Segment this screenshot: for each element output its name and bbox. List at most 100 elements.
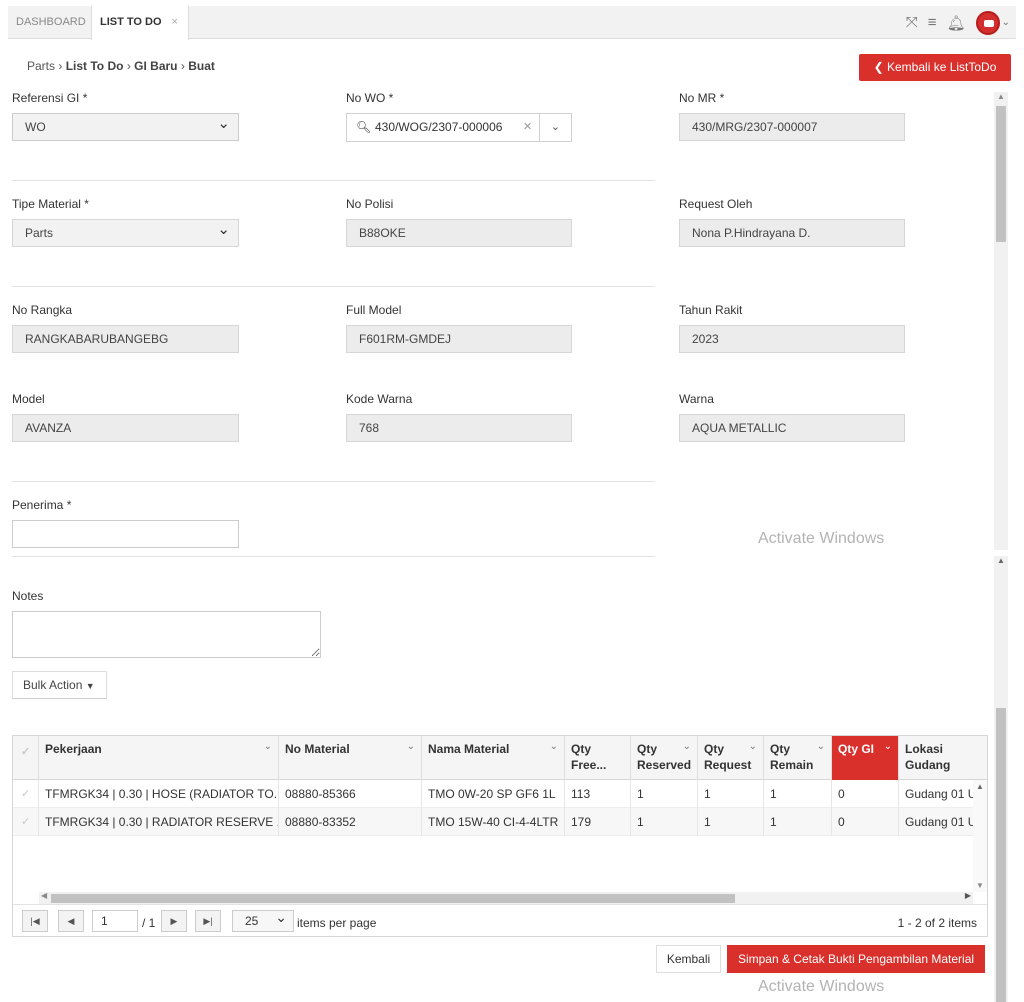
cell-lokasi-gudang: Gudang 01 U bbox=[905, 787, 973, 801]
cell-qty-free: 113 bbox=[565, 780, 631, 808]
grid-vertical-scrollbar[interactable]: ▲ ▼ bbox=[973, 780, 987, 892]
bell-icon[interactable]: 🔔︎ bbox=[947, 14, 966, 32]
scroll-up-icon[interactable]: ▲ bbox=[997, 556, 1005, 565]
column-qty-free[interactable]: Qty Free... bbox=[565, 736, 631, 780]
breadcrumb-list-to-do[interactable]: List To Do bbox=[66, 59, 124, 73]
no-wo-value: 430/WOG/2307-000006 bbox=[375, 120, 503, 134]
no-mr-label: No MR * bbox=[679, 91, 725, 105]
column-qty-remain[interactable]: Qty Remain ⌄ bbox=[764, 736, 832, 780]
page-size-select[interactable]: 25 bbox=[232, 907, 294, 932]
request-oleh-label: Request Oleh bbox=[679, 197, 753, 211]
row-checkbox[interactable]: ✓ bbox=[13, 780, 39, 808]
tab-list-to-do[interactable]: LIST TO DO × bbox=[91, 6, 189, 40]
no-rangka-field: RANGKABARUBANGEBG bbox=[12, 325, 239, 353]
items-count: 1 - 2 of 2 items bbox=[897, 916, 977, 930]
expand-icon[interactable]: ⤧ bbox=[906, 14, 918, 31]
scroll-left-icon[interactable]: ◀ bbox=[41, 891, 47, 900]
no-wo-combobox[interactable]: 🔍︎ 430/WOG/2307-000006 ✕ ⌄ bbox=[346, 113, 572, 142]
cell-nama-material: TMO 15W-40 CI-4-4LTR bbox=[422, 808, 565, 836]
kembali-button[interactable]: Kembali bbox=[656, 945, 721, 973]
model-label: Model bbox=[12, 392, 45, 406]
filter-icon[interactable]: ⌄ bbox=[884, 739, 892, 755]
back-to-list-button[interactable]: ❮ Kembali ke ListToDo bbox=[859, 54, 1011, 81]
no-polisi-field: B88OKE bbox=[346, 219, 572, 247]
notes-label: Notes bbox=[12, 589, 44, 603]
filter-icon[interactable]: ⌄ bbox=[749, 739, 757, 755]
cell-nama-material: TMO 0W-20 SP GF6 1L bbox=[422, 780, 565, 808]
avatar[interactable] bbox=[975, 10, 1000, 35]
breadcrumb: Parts › List To Do › GI Baru › Buat bbox=[27, 59, 215, 73]
column-qty-request[interactable]: Qty Request ⌄ bbox=[698, 736, 764, 780]
referensi-gi-label: Referensi GI * bbox=[12, 91, 88, 105]
select-all-checkbox[interactable]: ✓ bbox=[13, 736, 39, 780]
cell-qty-remain: 1 bbox=[764, 808, 832, 836]
chevron-down-icon[interactable]: ⌄ bbox=[1002, 17, 1010, 28]
breadcrumb-gi-baru[interactable]: GI Baru bbox=[134, 59, 177, 73]
cell-qty-gi[interactable]: 0 bbox=[832, 780, 899, 808]
form-scrollbar[interactable]: ▲ bbox=[994, 92, 1008, 550]
table-row[interactable]: ✓ TFMRGK34 | 0.30 | RADIATOR RESERVE ...… bbox=[13, 808, 973, 836]
referensi-gi-select[interactable]: WO bbox=[12, 111, 239, 141]
scroll-up-icon[interactable]: ▲ bbox=[997, 92, 1005, 101]
penerima-input[interactable] bbox=[12, 520, 239, 548]
no-wo-label: No WO * bbox=[346, 91, 394, 105]
cell-qty-free: 179 bbox=[565, 808, 631, 836]
divider bbox=[12, 180, 655, 181]
last-page-button[interactable]: ▶| bbox=[195, 910, 221, 932]
cell-lokasi-gudang: Gudang 01 U bbox=[905, 815, 973, 829]
first-page-button[interactable]: |◀ bbox=[22, 910, 48, 932]
kode-warna-label: Kode Warna bbox=[346, 392, 413, 406]
cell-qty-reserved: 1 bbox=[631, 808, 698, 836]
scrollbar-thumb[interactable] bbox=[51, 894, 735, 903]
filter-icon[interactable]: ⌄ bbox=[264, 739, 272, 755]
column-lokasi-gudang[interactable]: Lokasi Gudang bbox=[899, 736, 987, 780]
cell-qty-gi[interactable]: 0 bbox=[832, 808, 899, 836]
table-row[interactable]: ✓ TFMRGK34 | 0.30 | HOSE (RADIATOR TO...… bbox=[13, 780, 973, 808]
breadcrumb-separator: › bbox=[58, 59, 63, 73]
scroll-up-icon[interactable]: ▲ bbox=[976, 782, 984, 791]
column-pekerjaan[interactable]: Pekerjaan ⌄ bbox=[39, 736, 279, 780]
scroll-down-icon[interactable]: ▼ bbox=[976, 881, 984, 890]
scroll-right-icon[interactable]: ▶ bbox=[965, 891, 971, 900]
cell-pekerjaan: TFMRGK34 | 0.30 | HOSE (RADIATOR TO... bbox=[39, 780, 279, 808]
cell-qty-reserved: 1 bbox=[631, 780, 698, 808]
filter-icon[interactable]: ⌄ bbox=[817, 739, 825, 755]
activate-windows-watermark: Activate Windows bbox=[758, 978, 885, 995]
chevron-down-icon[interactable]: ⌄ bbox=[539, 114, 571, 141]
no-mr-field: 430/MRG/2307-000007 bbox=[679, 113, 905, 141]
page-scrollbar[interactable]: ▲ bbox=[994, 556, 1008, 1002]
breadcrumb-parts[interactable]: Parts bbox=[27, 59, 55, 73]
tab-dashboard[interactable]: DASHBOARD bbox=[8, 6, 90, 39]
tahun-rakit-field: 2023 bbox=[679, 325, 905, 353]
filter-icon[interactable]: ⌄ bbox=[683, 739, 691, 755]
column-no-material[interactable]: No Material ⌄ bbox=[279, 736, 422, 780]
tab-list-to-do-label: LIST TO DO bbox=[100, 16, 162, 28]
column-qty-reserved[interactable]: Qty Reserved ⌄ bbox=[631, 736, 698, 780]
column-qty-gi[interactable]: Qty GI ⌄ bbox=[832, 736, 899, 780]
grid-horizontal-scrollbar[interactable]: ◀ ▶ bbox=[39, 891, 973, 904]
tipe-material-select[interactable]: Parts bbox=[12, 217, 239, 247]
breadcrumb-separator: › bbox=[126, 59, 131, 73]
cell-qty-request: 1 bbox=[698, 780, 764, 808]
close-tab-icon[interactable]: × bbox=[172, 16, 178, 28]
row-checkbox[interactable]: ✓ bbox=[13, 808, 39, 836]
column-nama-material[interactable]: Nama Material ⌄ bbox=[422, 736, 565, 780]
tahun-rakit-label: Tahun Rakit bbox=[679, 303, 743, 317]
scrollbar-thumb[interactable] bbox=[996, 106, 1006, 242]
prev-page-button[interactable]: ◀ bbox=[58, 910, 84, 932]
cell-no-material: 08880-83352 bbox=[279, 808, 422, 836]
notes-textarea[interactable] bbox=[12, 611, 321, 658]
filter-icon[interactable]: ⌄ bbox=[407, 739, 415, 755]
save-print-button[interactable]: Simpan & Cetak Bukti Pengambilan Materia… bbox=[727, 945, 985, 973]
breadcrumb-buat: Buat bbox=[188, 59, 215, 73]
menu-icon[interactable]: ≡ bbox=[928, 14, 937, 31]
page-input[interactable]: 1 bbox=[92, 910, 138, 932]
clear-icon[interactable]: ✕ bbox=[523, 114, 532, 141]
divider bbox=[12, 556, 655, 557]
filter-icon[interactable]: ⌄ bbox=[550, 739, 558, 755]
model-field: AVANZA bbox=[12, 414, 239, 442]
scrollbar-thumb[interactable] bbox=[996, 708, 1006, 1002]
cell-qty-remain: 1 bbox=[764, 780, 832, 808]
bulk-action-button[interactable]: Bulk Action ▼ bbox=[12, 671, 107, 699]
next-page-button[interactable]: ▶ bbox=[161, 910, 187, 932]
